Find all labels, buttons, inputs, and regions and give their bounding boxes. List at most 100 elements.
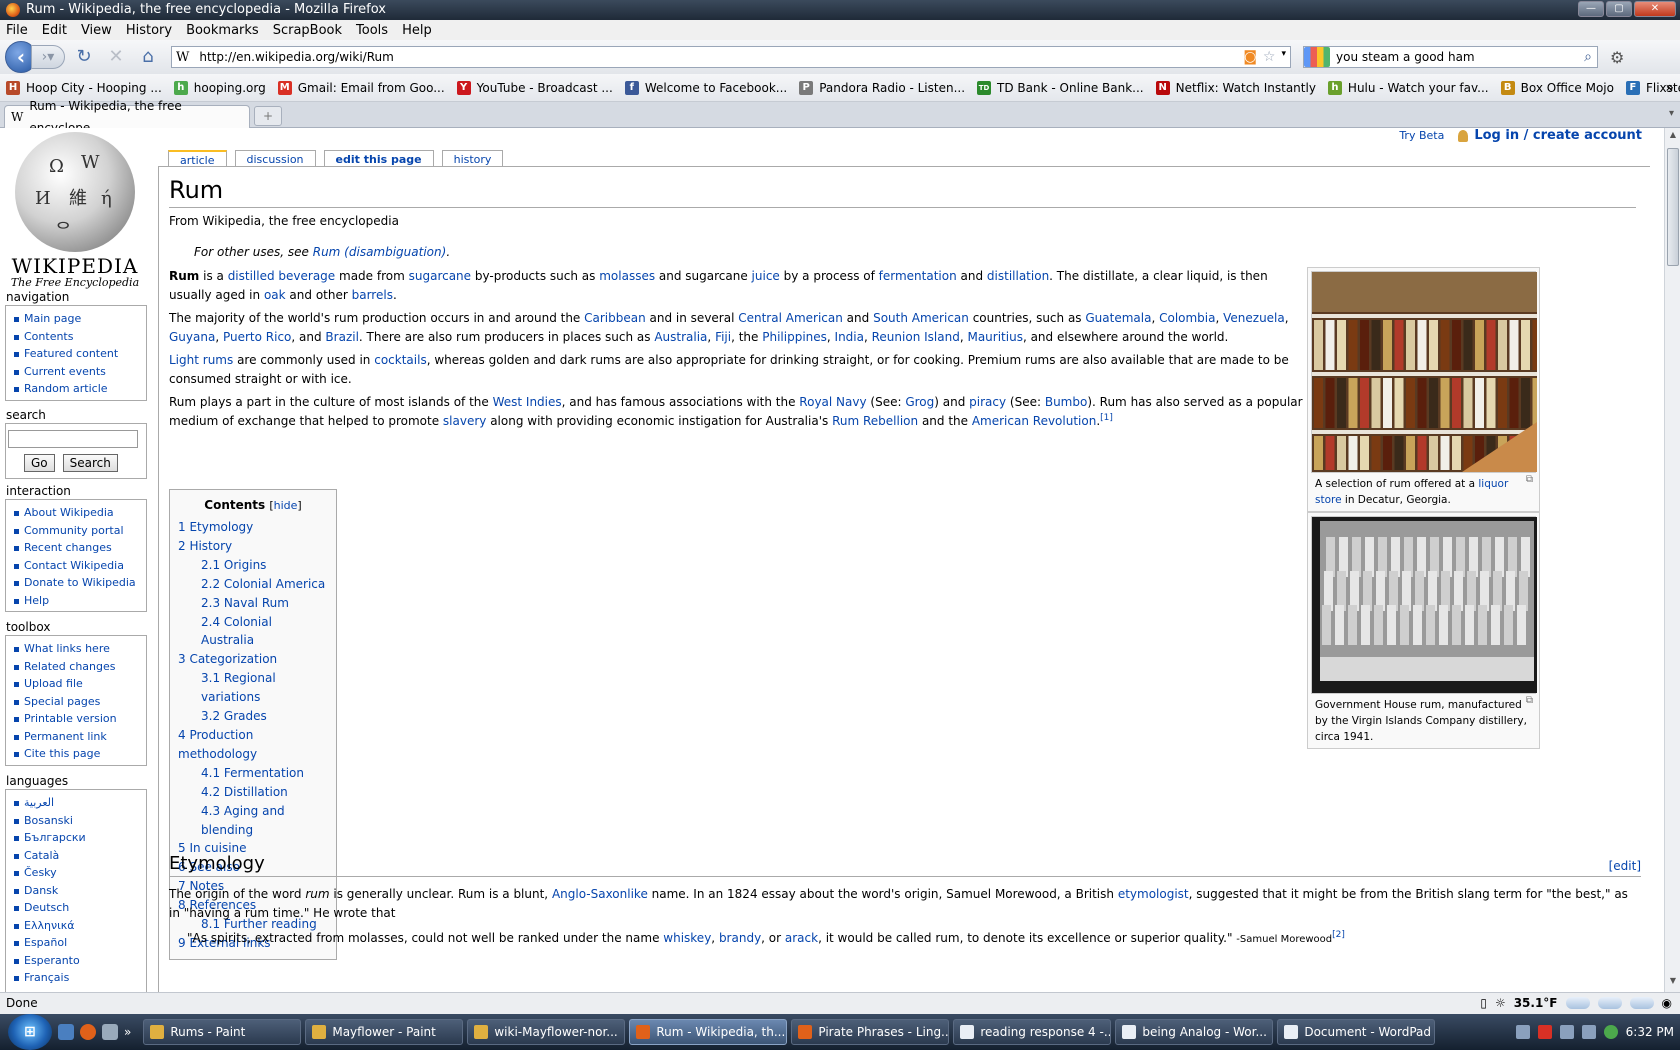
minimize-button[interactable]: —: [1578, 1, 1604, 17]
quicklaunch-icon[interactable]: [102, 1024, 118, 1040]
menu-tools[interactable]: Tools: [349, 23, 395, 38]
search-button[interactable]: Search: [62, 454, 118, 472]
toc-hide-link[interactable]: hide: [274, 499, 298, 512]
sidebar-item[interactable]: Community portal: [12, 522, 146, 540]
cloud-icon[interactable]: [1597, 997, 1622, 1009]
wiki-link[interactable]: piracy: [969, 395, 1006, 409]
taskbar-button[interactable]: Pirate Phrases - Ling...: [791, 1019, 950, 1045]
sidebar-item[interactable]: Main page: [12, 310, 146, 328]
sidebar-item[interactable]: Featured content: [12, 345, 146, 363]
url-dropdown-icon[interactable]: ▾: [1281, 49, 1286, 65]
try-beta-link[interactable]: Try Beta: [1399, 129, 1444, 142]
login-link[interactable]: Log in / create account: [1458, 128, 1642, 143]
wiki-link[interactable]: fermentation: [879, 269, 957, 283]
toc-item[interactable]: 2.2 Colonial America: [178, 575, 328, 594]
start-button[interactable]: ⊞: [8, 1014, 52, 1050]
bookmark-item[interactable]: f Welcome to Facebook...: [624, 80, 787, 95]
toc-item[interactable]: 2.1 Origins: [178, 556, 328, 575]
sidebar-item[interactable]: العربية: [12, 794, 146, 812]
wiki-link[interactable]: Puerto Rico: [223, 330, 291, 344]
taskbar-button[interactable]: Mayflower - Paint: [305, 1019, 464, 1045]
toc-item[interactable]: 2 History: [178, 537, 328, 556]
sidebar-item[interactable]: Español: [12, 934, 146, 952]
search-magnifier-icon[interactable]: ⌕: [1584, 49, 1592, 65]
wiki-link[interactable]: Colombia: [1159, 311, 1215, 325]
sidebar-item[interactable]: Upload file: [12, 675, 146, 693]
wiki-link[interactable]: brandy: [719, 931, 761, 945]
toc-item[interactable]: 4.2 Distillation: [178, 783, 328, 802]
rss-feed-icon[interactable]: ◙: [1243, 49, 1257, 65]
sidebar-item[interactable]: Česky: [12, 864, 146, 882]
wiki-link[interactable]: molasses: [599, 269, 655, 283]
forward-button[interactable]: ›▾: [31, 45, 65, 69]
wiki-link[interactable]: Fiji: [715, 330, 731, 344]
gmail-tray-icon[interactable]: [1537, 1025, 1552, 1039]
taskbar-button[interactable]: Rum - Wikipedia, th...: [629, 1019, 788, 1045]
cloud-icon[interactable]: [1565, 997, 1590, 1009]
wiki-link[interactable]: Anglo-Saxonlike: [552, 887, 648, 901]
scroll-up-arrow[interactable]: ▲: [1667, 130, 1679, 144]
wiki-link[interactable]: Guyana: [169, 330, 215, 344]
wiki-link[interactable]: juice: [752, 269, 780, 283]
taskbar-button[interactable]: wiki-Mayflower-nor...: [467, 1019, 626, 1045]
sidebar-item[interactable]: Help: [12, 592, 146, 610]
government-house-image[interactable]: [1311, 516, 1537, 694]
toc-item[interactable]: 3.1 Regional variations: [178, 669, 328, 707]
sidebar-item[interactable]: What links here: [12, 640, 146, 658]
taskbar-button[interactable]: being Analog - Wor...: [1115, 1019, 1274, 1045]
wiki-link[interactable]: Mauritius: [967, 330, 1022, 344]
wiki-link[interactable]: distillation: [987, 269, 1049, 283]
new-tab-button[interactable]: +: [254, 106, 282, 126]
sidebar-item[interactable]: Български: [12, 829, 146, 847]
reload-button[interactable]: ↻: [71, 44, 97, 70]
wiki-link[interactable]: American Revolution: [972, 414, 1096, 428]
sidebar-item[interactable]: Recent changes: [12, 539, 146, 557]
addon-icon[interactable]: ⚙: [1610, 48, 1624, 67]
sidebar-item[interactable]: Bosanski: [12, 812, 146, 830]
wiki-link[interactable]: India: [835, 330, 864, 344]
edit-section-link[interactable]: [edit]: [1609, 854, 1641, 878]
taskbar-button[interactable]: reading response 4 -...: [953, 1019, 1112, 1045]
stop-button[interactable]: ✕: [103, 44, 129, 70]
bookmark-item[interactable]: h hooping.org: [173, 80, 266, 95]
wikipedia-logo[interactable]: Ω W И 維 ή ᄋ Wikipedia The Free Encyclope…: [10, 132, 140, 289]
wiki-link[interactable]: Reunion Island: [872, 330, 960, 344]
quicklaunch-overflow-icon[interactable]: »: [124, 1025, 131, 1039]
wiki-link[interactable]: oak: [264, 288, 286, 302]
tab-list-icon[interactable]: ▾: [1669, 108, 1674, 119]
page-icon[interactable]: ▯: [1480, 993, 1487, 1013]
sidebar-item[interactable]: Printable version: [12, 710, 146, 728]
wiki-link[interactable]: Rum Rebellion: [832, 414, 918, 428]
tray-icon[interactable]: [1603, 1025, 1618, 1039]
addon-icon[interactable]: ◉: [1662, 993, 1672, 1013]
toc-item[interactable]: 2.3 Naval Rum: [178, 594, 328, 613]
wiki-link[interactable]: Brazil: [325, 330, 359, 344]
menu-view[interactable]: View: [74, 23, 119, 38]
tab-rum-wikipedia[interactable]: W Rum - Wikipedia, the free encyclope...: [4, 99, 250, 135]
bookmarks-overflow-icon[interactable]: »: [1665, 80, 1674, 96]
reference-link[interactable]: [2]: [1332, 930, 1345, 940]
bookmark-item[interactable]: M Gmail: Email from Goo...: [277, 80, 445, 95]
bookmark-item[interactable]: TD TD Bank - Online Bank...: [977, 80, 1144, 95]
wiki-link[interactable]: Caribbean: [584, 311, 646, 325]
wiki-link[interactable]: Bumbo: [1045, 395, 1088, 409]
close-button[interactable]: ✕: [1634, 1, 1676, 17]
firefox-quicklaunch-icon[interactable]: [80, 1024, 96, 1040]
menu-file[interactable]: File: [0, 23, 35, 38]
sidebar-item[interactable]: Contents: [12, 328, 146, 346]
sidebar-item[interactable]: Cite this page: [12, 745, 146, 763]
wiki-link[interactable]: slavery: [443, 414, 486, 428]
maximize-button[interactable]: ▢: [1606, 1, 1632, 17]
wiki-link[interactable]: Central American: [738, 311, 843, 325]
toc-item[interactable]: 3 Categorization: [178, 650, 328, 669]
tray-icon[interactable]: [1515, 1025, 1530, 1039]
clock[interactable]: 6:32 PM: [1626, 1025, 1674, 1039]
menu-edit[interactable]: Edit: [35, 23, 74, 38]
sidebar-item[interactable]: Related changes: [12, 658, 146, 676]
temperature[interactable]: 35.1°F: [1514, 993, 1558, 1013]
sidebar-item[interactable]: Donate to Wikipedia: [12, 574, 146, 592]
wiki-link[interactable]: cocktails: [374, 353, 426, 367]
wiki-link[interactable]: South American: [873, 311, 969, 325]
enlarge-icon[interactable]: ⧉: [1526, 474, 1533, 485]
taskbar-button[interactable]: Document - WordPad: [1277, 1019, 1436, 1045]
